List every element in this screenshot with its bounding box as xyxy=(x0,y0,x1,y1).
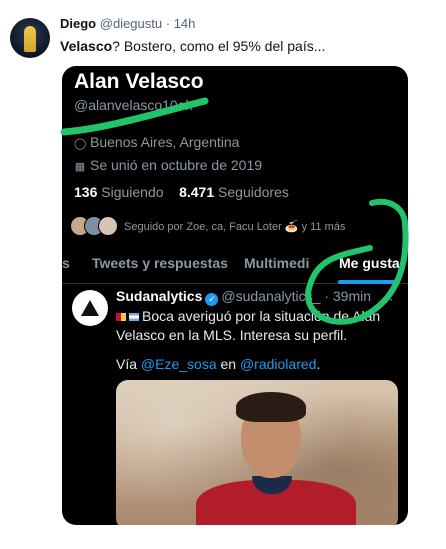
active-tab-indicator xyxy=(338,280,400,284)
liked-tweet-header: Sudanalytics ✓ @sudanalytics_ · 39min xyxy=(116,288,371,306)
profile-handle: @alanvelasco10ok xyxy=(74,97,193,113)
tab-clipped: s xyxy=(62,255,70,271)
flag-icon xyxy=(129,313,139,321)
calendar-icon: ▦ xyxy=(74,161,86,173)
author-avatar[interactable] xyxy=(10,18,50,58)
tweet[interactable]: Diego @diegustu · 14h Velasco? Bostero, … xyxy=(0,0,446,549)
liked-tweet-name: Sudanalytics xyxy=(116,288,203,304)
profile-name: Alan Velasco xyxy=(74,70,204,93)
tab-tweets-respuestas: Tweets y respuestas xyxy=(92,255,228,271)
profile-location-text: Buenos Aires, Argentina xyxy=(90,134,240,150)
liked-tweet-line2: Velasco en la MLS. Interesa su perfil. xyxy=(116,327,348,343)
tab-multimedia: Multimedi xyxy=(244,255,310,271)
separator-dot: · xyxy=(165,16,171,31)
follower-avatar xyxy=(98,216,118,236)
tab-me-gusta: Me gusta xyxy=(339,255,400,271)
flag-icon xyxy=(116,313,126,321)
via-prefix: Vía xyxy=(116,356,138,372)
liked-tweet-via: Vía @Eze_sosa en @radiolared. xyxy=(116,356,320,372)
following-label: Siguiendo xyxy=(101,184,164,200)
author-handle[interactable]: @diegustu xyxy=(100,16,162,31)
verified-badge-icon: ✓ xyxy=(205,293,219,306)
liked-tweet-line1-text: Boca averiguó por la situación de Alan xyxy=(142,308,381,324)
tweet-text-rest: ? Bostero, como el 95% del país... xyxy=(112,38,326,54)
liked-tweet-line1: Boca averiguó por la situación de Alan xyxy=(116,308,380,324)
profile-joined: ▦ Se unió en octubre de 2019 xyxy=(74,157,262,173)
followed-by-text: Seguido por Zoe, ca, Facu Loter 🍝 y 11 m… xyxy=(124,220,346,233)
more-icon: ⋮ xyxy=(384,286,398,302)
attached-screenshot[interactable]: Alan Velasco @alanvelasco10ok ◯ Buenos Ai… xyxy=(62,66,408,525)
via-user-eze-sosa: @Eze_sosa xyxy=(140,356,217,372)
via-suffix: . xyxy=(316,356,321,372)
followers-count: 8.471 xyxy=(179,184,215,200)
via-user-radiolared: @radiolared xyxy=(239,356,317,372)
tweet-header: Diego @diegustu · 14h xyxy=(60,16,195,31)
profile-tabs: s Tweets y respuestas Multimedi Me gusta xyxy=(62,247,408,284)
tweet-text-bold: Velasco xyxy=(60,38,113,54)
liked-tweet-handle: @sudanalytics_ xyxy=(221,288,321,304)
followed-by: Seguido por Zoe, ca, Facu Loter 🍝 y 11 m… xyxy=(70,216,345,236)
author-name[interactable]: Diego xyxy=(60,16,96,31)
profile-location: ◯ Buenos Aires, Argentina xyxy=(74,134,239,150)
liked-tweet-separator: · xyxy=(324,288,329,304)
liked-tweet-time: 39min xyxy=(332,288,372,304)
player-photo xyxy=(116,380,398,525)
via-mid: en xyxy=(220,356,237,372)
followers-label: Seguidores xyxy=(218,184,289,200)
sudanalytics-avatar xyxy=(72,290,108,326)
profile-joined-text: Se unió en octubre de 2019 xyxy=(90,157,263,173)
following-count: 136 xyxy=(74,184,98,200)
follow-stats: 136 Siguiendo 8.471 Seguidores xyxy=(74,184,289,200)
location-pin-icon: ◯ xyxy=(74,138,87,150)
tweet-text: Velasco? Bostero, como el 95% del país..… xyxy=(60,38,325,54)
tweet-time[interactable]: 14h xyxy=(174,16,196,31)
